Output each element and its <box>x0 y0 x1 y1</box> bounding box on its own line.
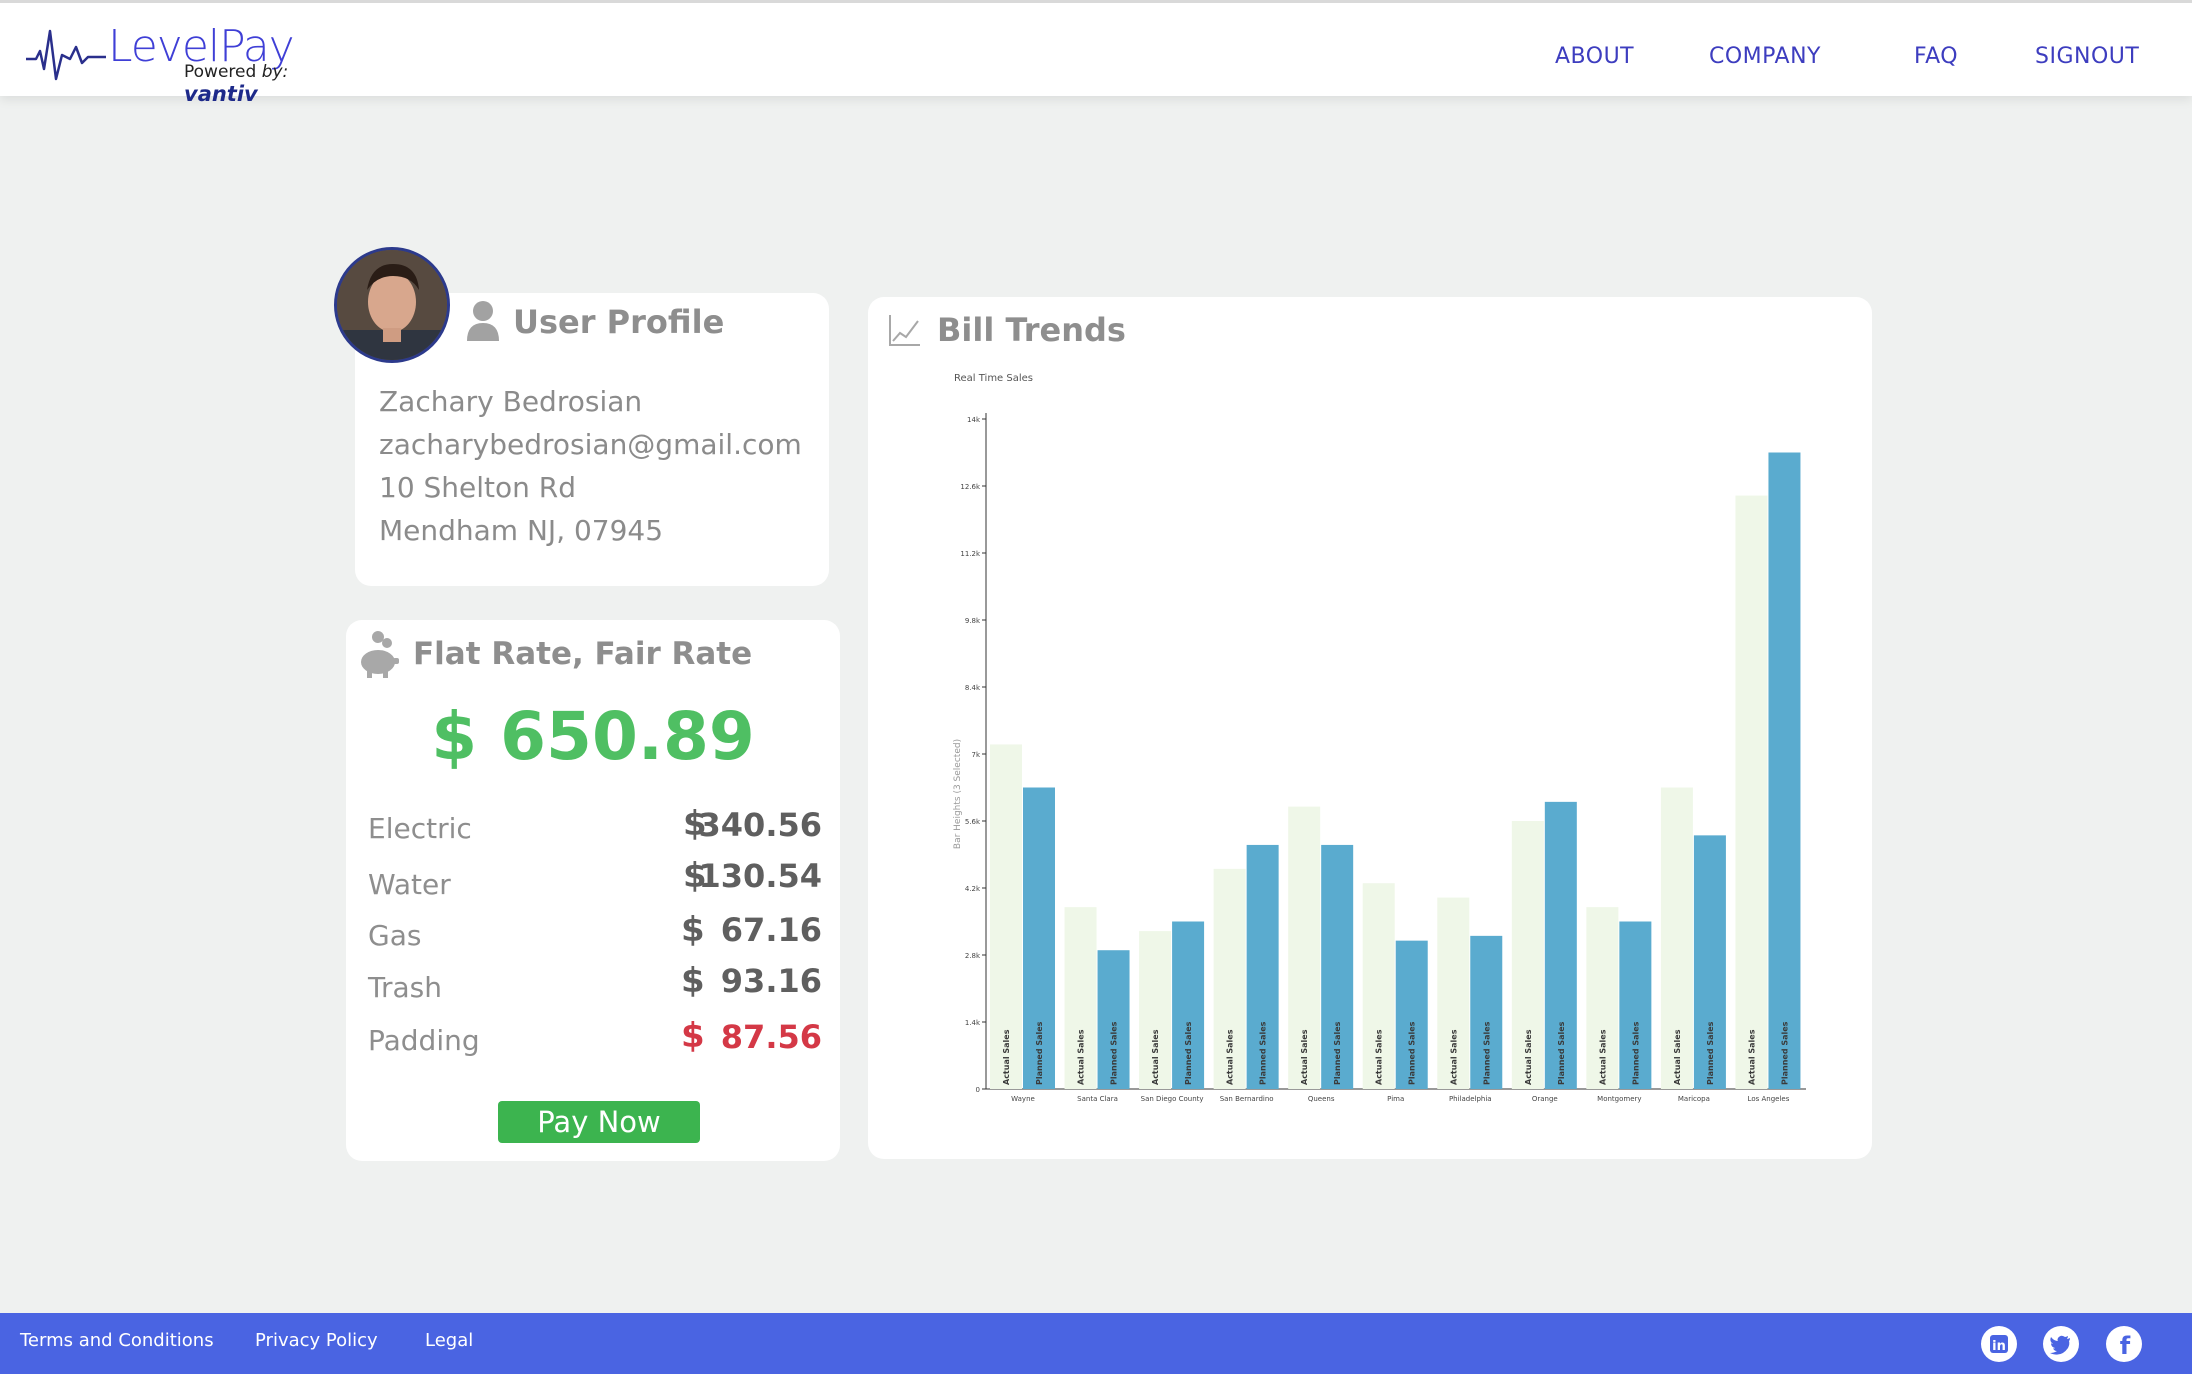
levelpay-logo[interactable]: LevelPay Powered by: vantiv <box>26 21 356 106</box>
chart-bar-label: Planned Sales <box>1110 1021 1119 1085</box>
dollar-sign: $ <box>681 1016 705 1056</box>
chart-y-tick-label: 8.4k <box>965 684 981 692</box>
profile-name: Zachary Bedrosian <box>379 385 643 418</box>
avatar[interactable] <box>334 247 450 363</box>
top-header: LevelPay Powered by: vantiv ABOUT COMPAN… <box>0 0 2192 106</box>
chart-x-tick-label: Wayne <box>1011 1095 1035 1103</box>
chart-y-tick-label: 12.6k <box>960 483 981 491</box>
chart-bar-planned <box>1768 452 1801 1089</box>
total-amount: $ 650.89 <box>431 698 755 775</box>
avatar-portrait-image <box>337 250 447 360</box>
chart-bar-label: Planned Sales <box>1482 1021 1491 1085</box>
chart-bar-label: Planned Sales <box>1333 1021 1342 1085</box>
chart-y-axis-label: Bar Heights (3 Selected) <box>953 739 963 849</box>
chart-x-tick-label: Montgomery <box>1597 1095 1641 1103</box>
logo-powered-by: Powered by: vantiv <box>184 62 356 106</box>
bill-label-padding: Padding <box>368 1024 480 1057</box>
chart-bar-label: Actual Sales <box>1747 1029 1756 1085</box>
chart-bar-label: Actual Sales <box>1226 1029 1235 1085</box>
pay-now-button[interactable]: Pay Now <box>498 1101 700 1143</box>
bill-amount-padding: 87.56 <box>720 1018 822 1056</box>
bill-amount-water: 130.54 <box>698 857 822 895</box>
chart-bar-label: Actual Sales <box>1300 1029 1309 1085</box>
chart-y-tick-label: 7k <box>971 751 980 759</box>
bill-amount-gas: 67.16 <box>720 911 822 949</box>
bill-trends-chart: Real Time Sales Bar Heights (3 Selected) 0… <box>953 373 1806 1103</box>
flat-rate-title: Flat Rate, Fair Rate <box>413 636 753 672</box>
dollar-sign: $ <box>681 961 705 1001</box>
twitter-icon[interactable] <box>2043 1326 2079 1362</box>
chart-bar-label: Planned Sales <box>1557 1021 1566 1085</box>
nav-about[interactable]: ABOUT <box>1555 44 1634 69</box>
nav-faq[interactable]: FAQ <box>1914 44 1958 69</box>
chart-bar-label: Actual Sales <box>1524 1029 1533 1085</box>
nav-signout[interactable]: SIGNOUT <box>2035 44 2139 69</box>
footer-link-terms[interactable]: Terms and Conditions <box>20 1330 214 1351</box>
chart-bar-label: Planned Sales <box>1780 1021 1789 1085</box>
chart-x-tick-label: San Bernardino <box>1220 1095 1274 1103</box>
logo-by-text: by: <box>261 62 289 82</box>
chart-bar-label: Actual Sales <box>1375 1029 1384 1085</box>
chart-y-tick-label: 9.8k <box>965 617 981 625</box>
nav-company[interactable]: COMPANY <box>1709 44 1821 69</box>
chart-y-tick-label: 1.4k <box>965 1019 981 1027</box>
facebook-glyph: f <box>2120 1332 2131 1360</box>
profile-email: zacharybedrosian@gmail.com <box>379 428 802 461</box>
chart-bar-label: Planned Sales <box>1035 1021 1044 1085</box>
logo-powered-text: Powered <box>184 62 257 82</box>
chart-bar-label: Actual Sales <box>1449 1029 1458 1085</box>
chart-x-tick-label: Orange <box>1532 1095 1558 1103</box>
heartbeat-icon <box>26 29 106 81</box>
chart-bar-label: Planned Sales <box>1706 1021 1715 1085</box>
footer: Terms and Conditions Privacy Policy Lega… <box>0 1313 2192 1374</box>
user-icon <box>465 299 501 348</box>
chart-x-tick-label: Los Angeles <box>1748 1095 1790 1103</box>
chart-x-tick-label: Philadelphia <box>1449 1095 1492 1103</box>
bill-label-trash: Trash <box>368 971 442 1004</box>
chart-bar-actual <box>1735 495 1768 1089</box>
chart-y-tick-label: 11.2k <box>960 550 981 558</box>
chart-y-tick-label: 14k <box>967 416 981 424</box>
chart-y-tick-label: 5.6k <box>965 818 981 826</box>
bill-label-electric: Electric <box>368 812 472 845</box>
chart-x-tick-label: San Diego County <box>1141 1095 1204 1103</box>
chart-bar-label: Planned Sales <box>1408 1021 1417 1085</box>
chart-x-tick-label: Queens <box>1308 1095 1335 1103</box>
chart-bar-label: Actual Sales <box>1598 1029 1607 1085</box>
chart-title: Real Time Sales <box>954 373 1033 384</box>
user-profile-title: User Profile <box>513 303 725 341</box>
bill-label-gas: Gas <box>368 919 422 952</box>
profile-address-line1: 10 Shelton Rd <box>379 471 577 504</box>
chart-bar-label: Planned Sales <box>1631 1021 1640 1085</box>
bill-label-water: Water <box>368 868 451 901</box>
footer-link-privacy[interactable]: Privacy Policy <box>255 1330 378 1351</box>
bill-trends-card: Bill Trends Real Time Sales Bar Heights (… <box>868 297 1872 1159</box>
footer-link-legal[interactable]: Legal <box>425 1330 473 1351</box>
chart-bar-label: Actual Sales <box>1002 1029 1011 1085</box>
chart-y-tick-label: 0 <box>976 1086 980 1094</box>
chart-bar-label: Actual Sales <box>1077 1029 1086 1085</box>
bill-amount-electric: 340.56 <box>698 806 822 844</box>
logo-brand-vantiv: vantiv <box>184 82 258 106</box>
chart-x-tick-label: Pima <box>1387 1095 1404 1103</box>
dollar-sign: $ <box>681 910 705 950</box>
flat-rate-card: Flat Rate, Fair Rate $ 650.89 Electric $… <box>346 620 840 1161</box>
linkedin-icon[interactable]: in <box>1981 1326 2017 1362</box>
piggy-bank-icon <box>358 628 400 683</box>
chart-bar-label: Planned Sales <box>1184 1021 1193 1085</box>
chart-bar-label: Planned Sales <box>1259 1021 1268 1085</box>
facebook-icon[interactable]: f <box>2106 1326 2142 1362</box>
bill-amount-trash: 93.16 <box>720 962 822 1000</box>
chart-y-tick-label: 2.8k <box>965 952 981 960</box>
profile-address-line2: Mendham NJ, 07945 <box>379 514 664 547</box>
linkedin-glyph: in <box>1992 1339 2006 1354</box>
chart-bar-label: Actual Sales <box>1151 1029 1160 1085</box>
chart-x-tick-label: Santa Clara <box>1077 1095 1118 1103</box>
chart-y-tick-label: 4.2k <box>965 885 981 893</box>
chart-x-tick-label: Maricopa <box>1678 1095 1710 1103</box>
chart-bar-label: Actual Sales <box>1673 1029 1682 1085</box>
